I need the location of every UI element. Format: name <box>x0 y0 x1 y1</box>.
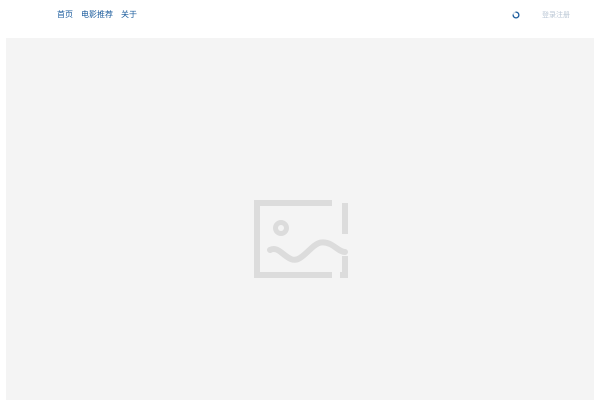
spinner-icon <box>512 11 520 19</box>
nav-item-home[interactable]: 首页 <box>57 9 73 21</box>
login-register-link[interactable]: 登录注册 <box>542 9 570 21</box>
image-placeholder-icon <box>254 200 348 278</box>
image-placeholder-area <box>6 38 594 400</box>
topbar-right: 登录注册 <box>512 9 570 21</box>
page: 首页 电影推荐 关于 登录注册 <box>0 0 600 400</box>
nav-item-about[interactable]: 关于 <box>121 9 137 21</box>
top-bar: 首页 电影推荐 关于 登录注册 <box>0 0 600 38</box>
main-nav: 首页 电影推荐 关于 <box>57 9 145 21</box>
nav-item-movie-recommend[interactable]: 电影推荐 <box>81 9 113 21</box>
